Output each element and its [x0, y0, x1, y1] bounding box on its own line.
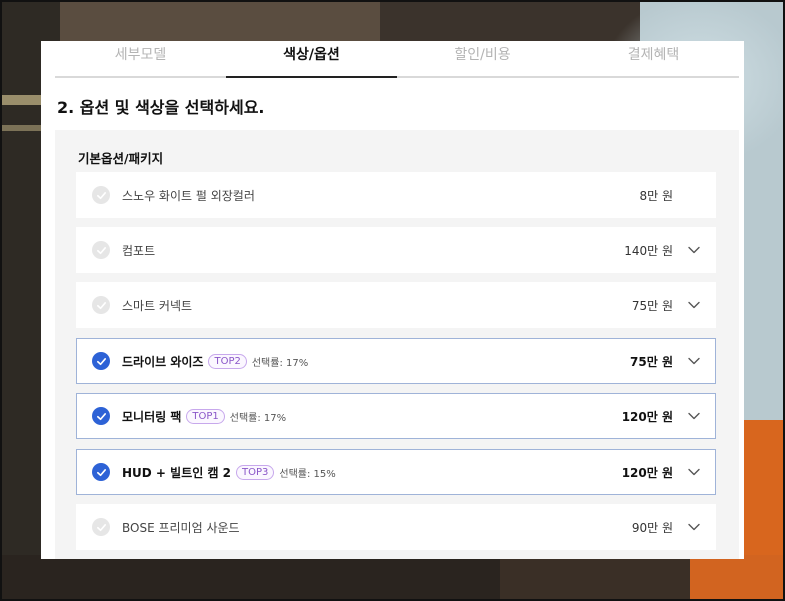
option-row[interactable]: 모니터링 팩 TOP1 선택률: 17% 120만 원 — [76, 393, 716, 439]
option-label: 모니터링 팩 — [122, 409, 182, 424]
option-label: 스마트 커넥트 — [122, 298, 193, 313]
option-label: BOSE 프리미엄 사운드 — [122, 520, 240, 535]
option-row[interactable]: HUD + 빌트인 캠 2 TOP3 선택률: 15% 120만 원 — [76, 449, 716, 495]
option-price: 120만 원 — [621, 409, 673, 424]
chevron-down-icon[interactable] — [679, 412, 709, 420]
group-title: 기본옵션/패키지 — [78, 151, 164, 166]
chevron-down-icon[interactable] — [679, 357, 709, 365]
tab-discount-cost[interactable]: 할인/비용 — [397, 41, 568, 76]
background-bottom — [0, 555, 785, 601]
option-price: 120만 원 — [621, 465, 673, 480]
option-price: 140만 원 — [624, 243, 673, 258]
option-panel: 세부모델 색상/옵션 할인/비용 결제혜택 2. 옵션 및 색상을 선택하세요.… — [41, 41, 744, 559]
option-label: 스노우 화이트 펄 외장컬러 — [122, 188, 255, 203]
option-row[interactable]: 드라이브 와이즈 TOP2 선택률: 17% 75만 원 — [76, 338, 716, 384]
check-circle-icon[interactable] — [92, 463, 110, 481]
check-circle-icon[interactable] — [92, 352, 110, 370]
option-price: 90만 원 — [631, 520, 673, 535]
background-stripe — [0, 125, 42, 131]
selection-rate: 선택률: 17% — [229, 412, 287, 424]
option-row[interactable]: 컴포트 140만 원 — [76, 227, 716, 273]
option-row[interactable]: 스마트 커넥트 75만 원 — [76, 282, 716, 328]
top-rank-badge: TOP1 — [186, 408, 225, 424]
option-price: 8만 원 — [639, 188, 673, 203]
option-price: 75만 원 — [631, 298, 673, 313]
option-row[interactable]: BOSE 프리미엄 사운드 90만 원 — [76, 504, 716, 550]
option-label: 드라이브 와이즈 — [122, 354, 204, 369]
top-rank-badge: TOP3 — [236, 464, 275, 480]
top-rank-badge: TOP2 — [208, 353, 247, 369]
chevron-down-icon[interactable] — [679, 523, 709, 531]
chevron-down-icon[interactable] — [679, 301, 709, 309]
unchecked-circle-icon[interactable] — [92, 518, 110, 536]
background-stripe — [0, 95, 42, 105]
option-label: HUD + 빌트인 캠 2 — [122, 465, 232, 480]
tab-color-option[interactable]: 색상/옵션 — [226, 41, 397, 78]
options-box: 기본옵션/패키지 스노우 화이트 펄 외장컬러 8만 원컴포트 140만 원스마트 … — [55, 130, 739, 559]
unchecked-circle-icon[interactable] — [92, 186, 110, 204]
selection-rate: 선택률: 17% — [251, 357, 309, 369]
check-circle-icon[interactable] — [92, 407, 110, 425]
selection-rate: 선택률: 15% — [279, 468, 336, 480]
tab-sub-model[interactable]: 세부모델 — [55, 41, 226, 76]
step-tabs: 세부모델 색상/옵션 할인/비용 결제혜택 — [55, 41, 739, 78]
option-label: 컴포트 — [122, 243, 156, 258]
chevron-down-icon[interactable] — [679, 246, 709, 254]
option-price: 75만 원 — [630, 354, 673, 369]
tab-payment-benefit[interactable]: 결제혜택 — [568, 41, 739, 76]
unchecked-circle-icon[interactable] — [92, 241, 110, 259]
section-title: 2. 옵션 및 색상을 선택하세요. — [57, 98, 265, 117]
option-row[interactable]: 스노우 화이트 펄 외장컬러 8만 원 — [76, 172, 716, 218]
unchecked-circle-icon[interactable] — [92, 296, 110, 314]
chevron-down-icon[interactable] — [679, 468, 709, 476]
